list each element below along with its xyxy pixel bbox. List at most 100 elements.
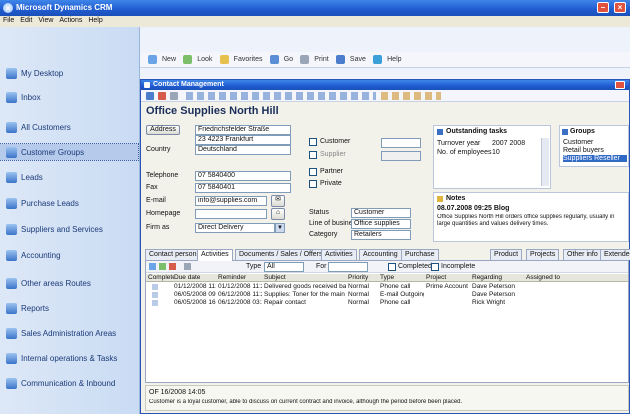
favorites-icon[interactable]	[219, 55, 229, 64]
tab-activities[interactable]: Activities	[197, 249, 233, 261]
sidebar-item-reports[interactable]: Reports	[0, 300, 138, 316]
status-select[interactable]: Customer	[351, 208, 411, 218]
record-extra-icons[interactable]	[381, 92, 441, 100]
group-item[interactable]: Retail buyers	[563, 147, 604, 154]
help-icon[interactable]	[373, 55, 383, 64]
table-row[interactable]: 06/05/2008 09:40 06/12/2008 11:25 Suppli…	[146, 291, 628, 299]
category-select[interactable]: Retailers	[351, 230, 411, 240]
column-header[interactable]: Project	[426, 274, 470, 282]
supplier-no-input[interactable]	[381, 151, 421, 161]
sidebar-item-communication[interactable]: Communication & Inbound	[0, 375, 138, 391]
look-icon[interactable]	[183, 55, 193, 64]
sidebar-item-suppliers[interactable]: Suppliers and Services	[0, 221, 138, 237]
address-line2-input[interactable]: 23 4223 Frankfurt	[195, 135, 291, 145]
sidebar-item-accounting[interactable]: Accounting	[0, 247, 138, 263]
tab-other-info[interactable]: Other info	[563, 249, 602, 260]
sidebar-item-customer-groups[interactable]: Customer Groups	[0, 143, 139, 161]
menu-help[interactable]: Help	[85, 16, 105, 25]
table-row[interactable]: 06/05/2008 16:20 06/12/2008 03:20 Repair…	[146, 299, 628, 307]
print-button[interactable]: Print	[312, 54, 330, 66]
sidebar-item-my-desktop[interactable]: My Desktop	[0, 65, 138, 81]
save-button[interactable]: Save	[348, 54, 368, 66]
look-button[interactable]: Look	[195, 54, 214, 66]
column-header[interactable]: Reminder	[218, 274, 260, 282]
tab-documents[interactable]: Documents / Sales / Offers	[235, 249, 327, 260]
customer-checkbox[interactable]	[309, 138, 317, 146]
telephone-input[interactable]: 07 5840400	[195, 171, 291, 181]
private-checkbox[interactable]	[309, 180, 317, 188]
partner-checkbox[interactable]	[309, 168, 317, 176]
for-select[interactable]	[328, 262, 368, 272]
main-toolbar: New Look Favorites Go Print Save Help	[140, 52, 630, 68]
table-row[interactable]: 01/12/2008 11:25 01/12/2008 11:25 Delive…	[146, 283, 628, 291]
menu-actions[interactable]: Actions	[56, 16, 85, 25]
sidebar-item-all-customers[interactable]: All Customers	[0, 119, 138, 135]
print-activity-icon[interactable]	[184, 263, 191, 270]
print-icon[interactable]	[300, 55, 310, 64]
purchase-leads-icon	[6, 197, 17, 209]
sidebar-item-inbox[interactable]: Inbox	[0, 89, 138, 105]
column-header[interactable]: Priority	[348, 274, 376, 282]
address-button[interactable]: Address	[146, 125, 180, 135]
column-header[interactable]: Subject	[264, 274, 344, 282]
tab-purchase[interactable]: Purchase	[401, 249, 439, 260]
line-of-business-select[interactable]: Office supplies	[351, 219, 411, 229]
fax-input[interactable]: 07 5840401	[195, 183, 291, 193]
send-email-button[interactable]: ✉	[271, 195, 285, 207]
help-button[interactable]: Help	[385, 54, 403, 66]
go-button[interactable]: Go	[282, 54, 295, 66]
activities-subtoolbar: Type All For Completed Incomplete	[146, 261, 628, 273]
column-header[interactable]: Due date	[174, 274, 216, 282]
sidebar-item-routes[interactable]: Other areas Routes	[0, 275, 138, 291]
tab-projects[interactable]: Projects	[526, 249, 560, 260]
record-print-icon[interactable]	[170, 92, 178, 100]
edit-activity-icon[interactable]	[159, 263, 166, 270]
firm-dropdown-icon[interactable]: ▼	[275, 223, 285, 233]
record-close-button[interactable]	[615, 81, 625, 89]
open-homepage-button[interactable]: ⌂	[271, 208, 285, 220]
column-header[interactable]: Assigned to	[526, 274, 576, 282]
notes-icon	[437, 196, 443, 202]
incomplete-checkbox[interactable]	[431, 263, 439, 271]
menu-file[interactable]: File	[0, 16, 17, 25]
completed-checkbox[interactable]	[388, 263, 396, 271]
status-label: Status	[309, 209, 329, 216]
tab-accounting[interactable]: Accounting	[359, 249, 402, 260]
tab-product[interactable]: Product	[490, 249, 523, 260]
delete-activity-icon[interactable]	[169, 263, 176, 270]
address-line1-input[interactable]: Friedrichsfelder Straße	[195, 125, 291, 135]
sidebar-item-operations[interactable]: Internal operations & Tasks	[0, 350, 138, 366]
sidebar-item-sales-admin[interactable]: Sales Administration Areas	[0, 325, 138, 341]
group-item[interactable]: Customer	[563, 139, 593, 146]
record-close-icon[interactable]	[158, 92, 166, 100]
record-nav-icons[interactable]	[186, 92, 376, 100]
menu-view[interactable]: View	[35, 16, 56, 25]
minimize-button[interactable]: –	[597, 2, 609, 13]
sidebar-item-leads[interactable]: Leads	[0, 169, 138, 185]
supplier-checkbox[interactable]	[309, 151, 317, 159]
tab-activities-2[interactable]: Activities	[321, 249, 357, 260]
column-header[interactable]: Regarding	[472, 274, 522, 282]
group-item-selected[interactable]: Suppliers Reseller	[563, 155, 627, 162]
firm-select[interactable]: Direct Delivery	[195, 223, 275, 233]
new-icon[interactable]	[148, 55, 157, 64]
tasks-scrollbar[interactable]	[541, 138, 549, 186]
email-input[interactable]: info@supplies.com	[195, 196, 267, 206]
tab-extended[interactable]: Extended	[600, 249, 630, 260]
favorites-button[interactable]: Favorites	[232, 54, 265, 66]
close-button[interactable]: ×	[614, 2, 626, 13]
new-button[interactable]: New	[160, 54, 178, 66]
new-activity-icon[interactable]	[149, 263, 156, 270]
homepage-input[interactable]	[195, 209, 267, 219]
menu-edit[interactable]: Edit	[17, 16, 35, 25]
column-header[interactable]: Completed	[148, 274, 174, 282]
record-save-icon[interactable]	[146, 92, 154, 100]
type-select[interactable]: All	[264, 262, 304, 272]
go-icon[interactable]	[269, 55, 279, 64]
column-header[interactable]: Type	[380, 274, 422, 282]
sidebar-item-purchase-leads[interactable]: Purchase Leads	[0, 195, 138, 211]
tab-contact-persons[interactable]: Contact persons	[145, 249, 204, 260]
customer-no-input[interactable]	[381, 138, 421, 148]
save-icon[interactable]	[335, 55, 345, 64]
country-input[interactable]: Deutschland	[195, 145, 291, 155]
